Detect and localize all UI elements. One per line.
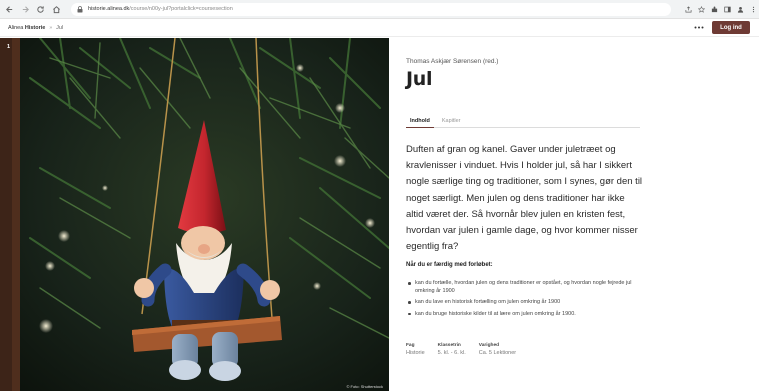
breadcrumb-separator: » [49,24,53,31]
meta-value: Ca. 5 Lektioner [478,350,517,356]
browser-actions [681,3,759,15]
intro-text: Duften af gran og kanel. Gaver under jul… [406,144,643,253]
list-item: kan du lave en historisk fortælling om j… [408,298,644,306]
extensions-icon[interactable] [708,3,720,15]
goals-list: kan du fortælle, hvordan julen og dens t… [408,279,644,321]
app-header: Alinea Historie » Jul Log ind [0,19,759,37]
meta-duration: Varighed Ca. 5 Lektioner [479,343,516,356]
bullet-icon [408,312,411,316]
bullet-icon [408,282,411,285]
tab-kapitler[interactable]: Kapitler [438,114,465,128]
url-path: /course/n00y-jul?portalclick=coursesecti… [129,6,233,12]
tab-indhold[interactable]: Indhold [406,114,434,128]
bullet-icon [408,301,411,304]
breadcrumb: Alinea Historie » Jul [8,25,63,31]
page-title: Jul [406,68,433,90]
brand-name: Historie [24,24,46,31]
home-icon[interactable] [50,3,63,16]
profile-icon[interactable] [734,3,746,15]
forward-icon[interactable] [19,3,32,16]
course-author: Thomas Askjær Sørensen (red.) [406,58,499,65]
reload-icon[interactable] [35,3,48,16]
course-meta: Fag Historie Klassetrin 5. kl. - 6. kl. … [406,343,529,356]
lock-icon[interactable] [77,5,83,13]
photo-credit: © Foto: Shutterstock [346,384,383,389]
browser-toolbar: historie.alinea.dk/course/n00y-jul?porta… [0,0,759,19]
address-bar[interactable]: historie.alinea.dk/course/n00y-jul?porta… [71,2,672,16]
star-icon[interactable] [695,3,707,15]
meta-value: 5. kl. - 6. kl. [437,350,466,356]
login-button[interactable]: Log ind [712,21,750,34]
sidebar-icon[interactable] [721,3,733,15]
gnome-photo [0,38,389,391]
goal-text: kan du lave en historisk fortælling om j… [415,299,561,306]
url-text: historie.alinea.dk/course/n00y-jul?porta… [88,6,233,12]
brand-prefix: Alinea [8,24,25,31]
url-host: historie.alinea.dk [88,6,130,12]
list-item: kan du fortælle, hvordan julen og dens t… [408,279,644,295]
meta-grade: Klassetrin 5. kl. - 6. kl. [438,343,466,356]
goals-heading: Når du er færdig med forløbet: [406,262,493,268]
meta-label: Varighed [478,343,500,348]
meta-value: Historie [406,350,425,356]
hero-index-number: 1 [7,44,11,50]
more-options-icon[interactable] [692,22,706,34]
share-icon[interactable] [682,3,694,15]
meta-label: Fag [406,343,415,348]
header-actions: Log ind [692,21,750,34]
meta-label: Klassetrin [437,343,461,348]
goal-text: kan du bruge historiske kilder til at læ… [415,310,576,317]
menu-icon[interactable] [747,3,759,15]
hero-image: 1 © Foto: Shutterstock [0,38,389,391]
goal-text: kan du fortælle, hvordan julen og dens t… [415,280,632,295]
back-icon[interactable] [3,3,16,16]
course-tabs: Indhold Kapitler [406,114,640,128]
list-item: kan du bruge historiske kilder til at læ… [408,310,644,318]
breadcrumb-current: Jul [56,24,64,31]
meta-subject: Fag Historie [406,343,425,356]
breadcrumb-home-link[interactable]: Alinea Historie [8,25,45,31]
